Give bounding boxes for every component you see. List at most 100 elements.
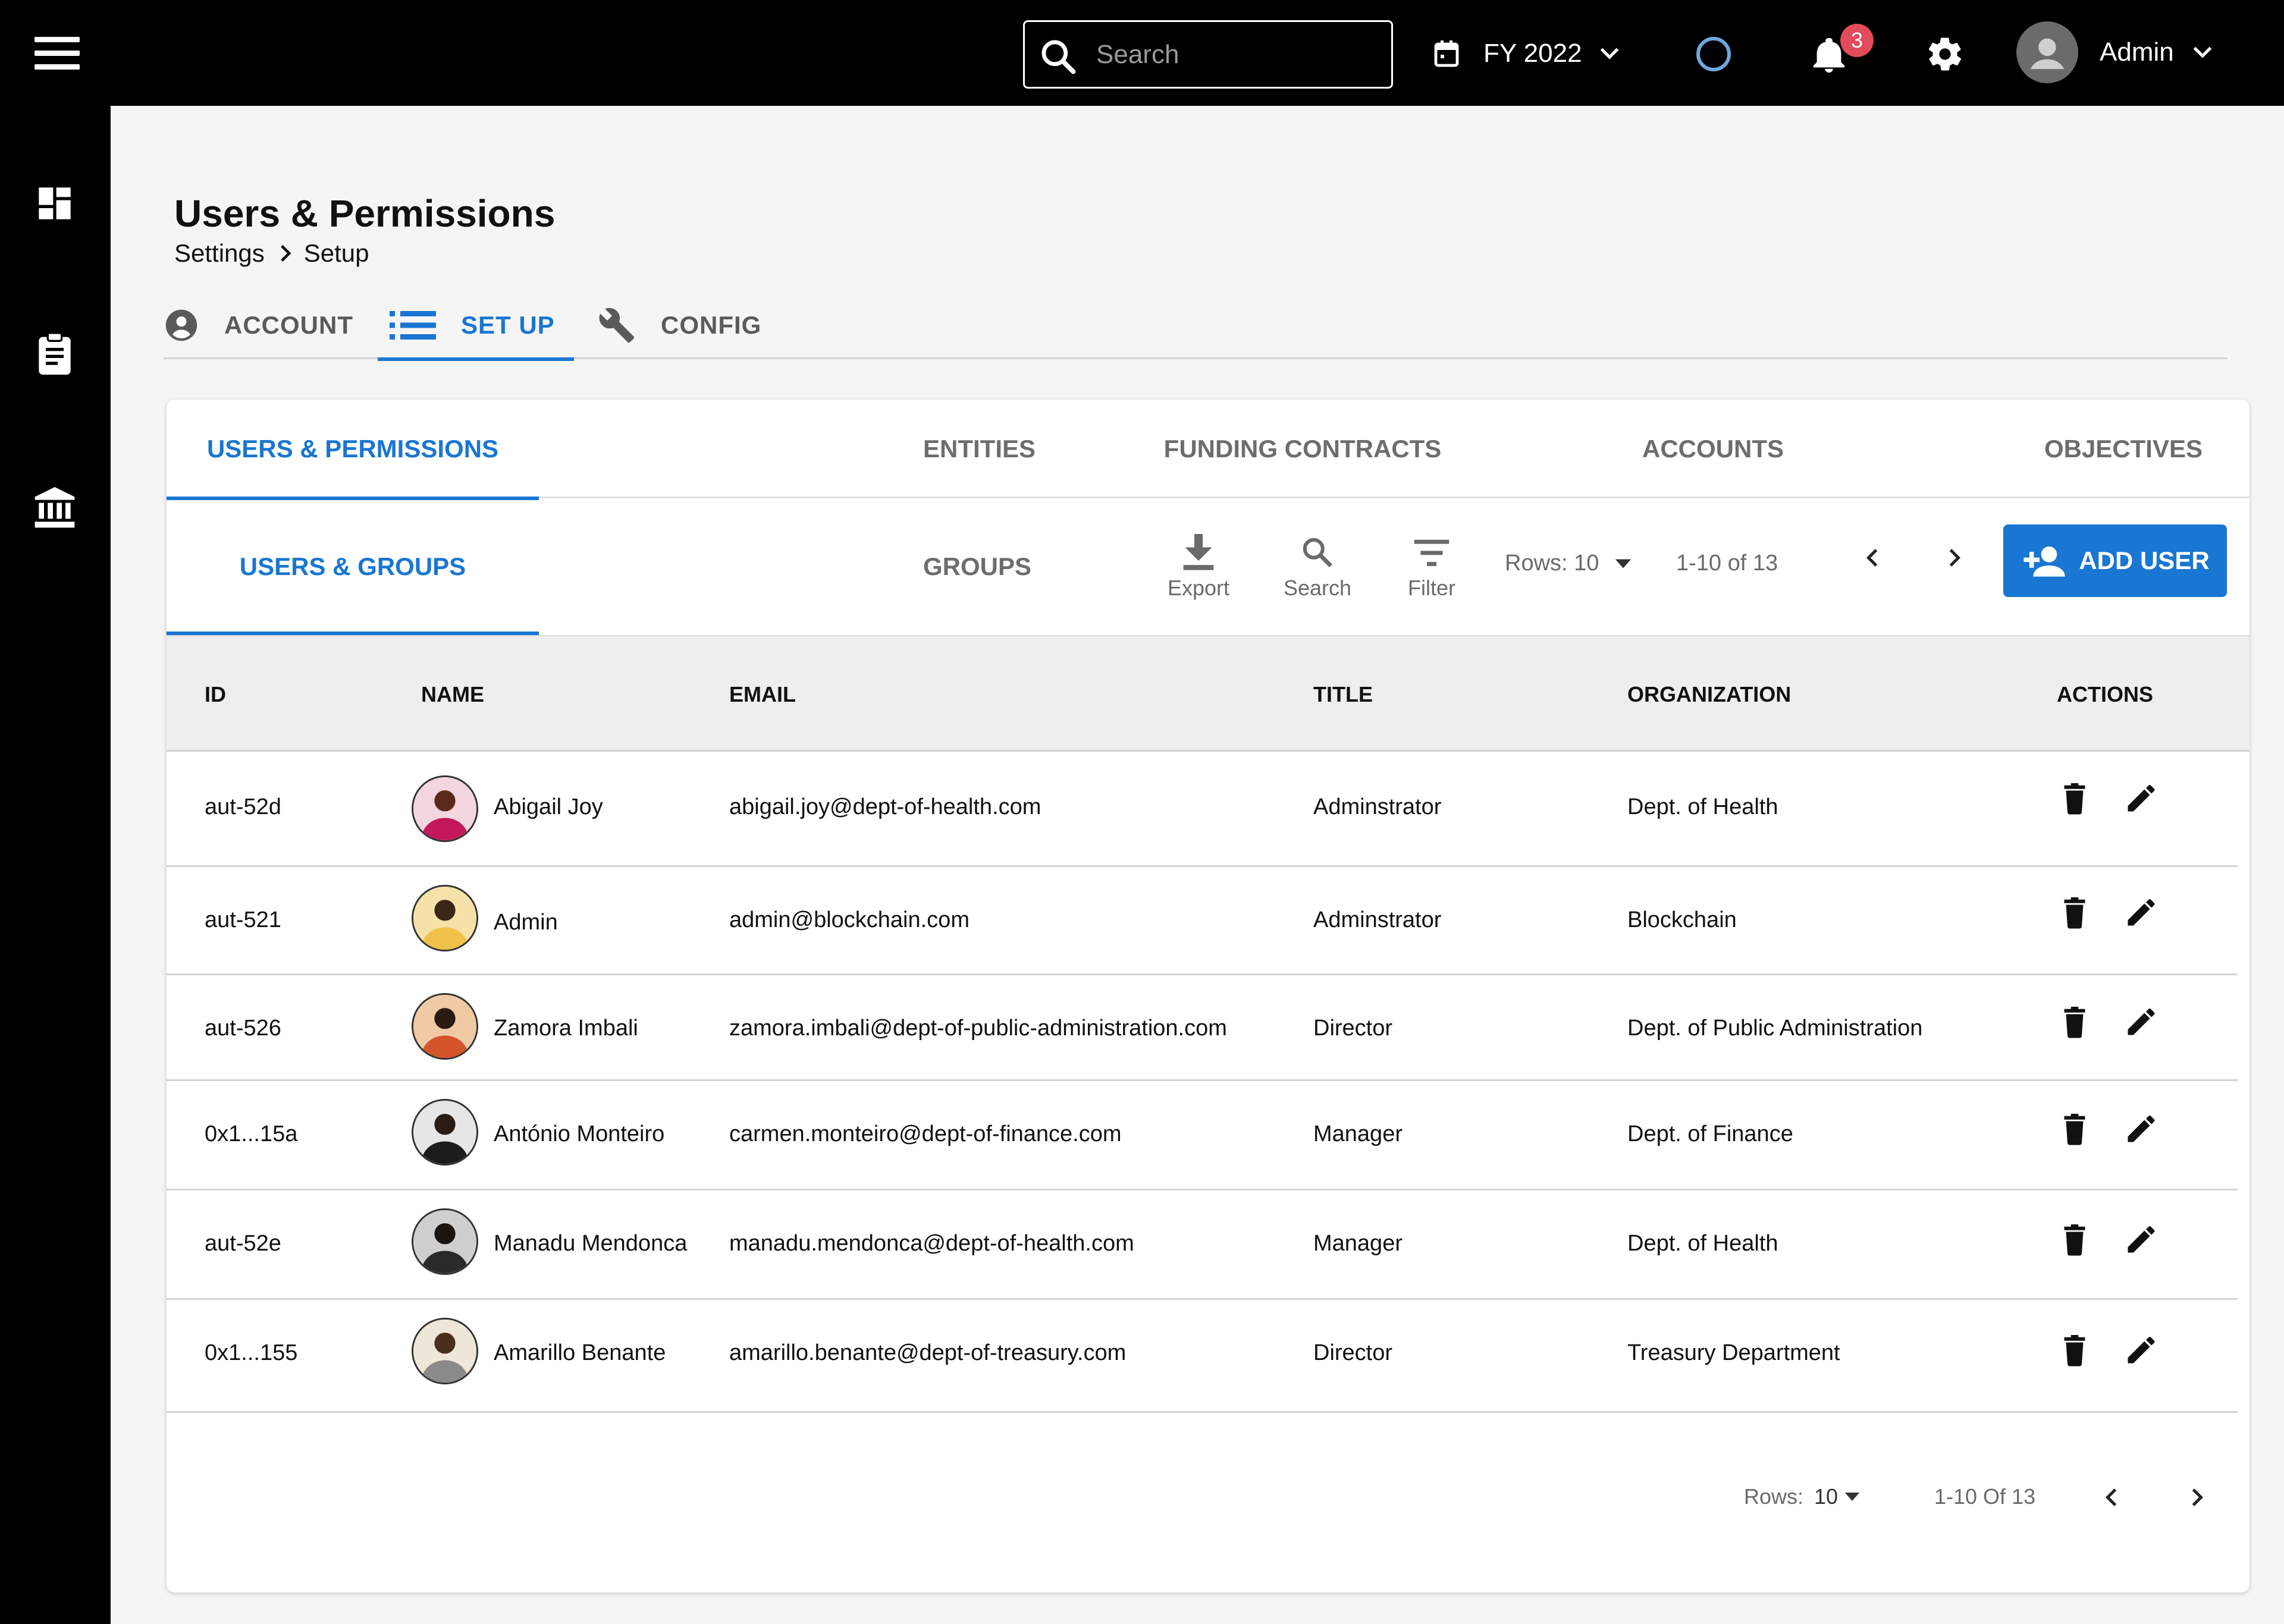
delete-icon[interactable] <box>2057 780 2092 816</box>
tab-users-permissions[interactable]: USERS & PERMISSIONS <box>167 400 539 500</box>
list-icon <box>390 311 436 340</box>
next-page-button[interactable] <box>1937 540 1972 576</box>
notification-count-badge: 3 <box>1840 24 1874 57</box>
cell-organization: Dept. of Health <box>1627 1231 1778 1256</box>
edit-icon[interactable] <box>2123 1332 2159 1368</box>
user-name: Admin <box>2100 37 2174 67</box>
column-header-email[interactable]: EMAIL <box>729 636 796 753</box>
search-input[interactable] <box>1096 35 1376 74</box>
cell-id: 0x1...15a <box>205 1122 298 1146</box>
tab-funding-contracts-label: FUNDING CONTRACTS <box>1163 435 1442 463</box>
chevron-right-icon <box>1949 549 1961 567</box>
tab-groups[interactable]: GROUPS <box>804 498 1143 635</box>
previous-page-button[interactable] <box>1855 540 1890 576</box>
footer-previous-page-button[interactable] <box>2094 1479 2129 1515</box>
add-user-button[interactable]: ADD USER <box>2003 524 2227 597</box>
table-row[interactable]: 0x1...155 Amarillo Benante amarillo.benant… <box>167 1300 2238 1413</box>
table-row[interactable]: aut-52d Abigail Joy abigail.joy@dept-of-he… <box>167 752 2238 867</box>
breadcrumb-settings[interactable]: Settings <box>174 239 265 268</box>
footer-rows-prefix: Rows: <box>1744 1484 1804 1509</box>
settings-tabs: ACCOUNT SET UP CONFIG <box>164 291 2227 361</box>
avatar <box>412 1208 478 1275</box>
clipboard-icon[interactable] <box>31 330 79 378</box>
tab-users-groups[interactable]: USERS & GROUPS <box>167 498 539 635</box>
delete-icon[interactable] <box>2057 894 2092 930</box>
cell-name: Abigail Joy <box>494 794 603 819</box>
account-circle-icon <box>165 309 197 341</box>
delete-icon[interactable] <box>2057 1004 2092 1039</box>
edit-icon[interactable] <box>2123 1004 2159 1039</box>
edit-icon[interactable] <box>2123 894 2159 930</box>
fiscal-year-label: FY 2022 <box>1483 39 1582 68</box>
export-button[interactable]: Export <box>1154 534 1243 601</box>
avatar <box>412 1099 478 1166</box>
chevron-right-icon <box>280 244 291 262</box>
search-icon <box>1303 538 1332 567</box>
wrench-icon <box>599 307 635 343</box>
tab-entities[interactable]: ENTITIES <box>809 400 1143 498</box>
column-header-id[interactable]: ID <box>205 636 226 753</box>
avatar <box>412 993 478 1060</box>
user-profile-menu[interactable]: Admin <box>2016 21 2213 83</box>
table-row[interactable]: aut-526 Zamora Imbali zamora.imbali@dept-o… <box>167 975 2238 1081</box>
search-label: Search <box>1283 576 1352 600</box>
cell-name: Zamora Imbali <box>494 1016 638 1041</box>
avatar <box>412 885 478 951</box>
cell-email: carmen.monteiro@dept-of-finance.com <box>729 1122 1122 1146</box>
cell-id: aut-52e <box>205 1231 281 1256</box>
edit-icon[interactable] <box>2123 1111 2159 1146</box>
breadcrumb-setup: Setup <box>303 239 369 267</box>
table-row[interactable]: 0x1...15a António Monteiro carmen.monteiro… <box>167 1081 2238 1190</box>
delete-icon[interactable] <box>2057 1332 2092 1368</box>
delete-icon[interactable] <box>2057 1221 2092 1257</box>
cell-organization: Dept. of Public Administration <box>1627 1016 1923 1041</box>
cell-organization: Treasury Department <box>1627 1340 1840 1365</box>
table-row[interactable]: aut-52e Manadu Mendonca manadu.mendonca@de… <box>167 1190 2238 1300</box>
chevron-left-icon <box>2105 1488 2117 1506</box>
tab-accounts[interactable]: ACCOUNTS <box>1570 400 1856 498</box>
tab-config-label: CONFIG <box>661 311 762 339</box>
tab-setup[interactable]: SET UP <box>378 291 574 361</box>
tab-setup-label: SET UP <box>461 311 555 339</box>
footer-next-page-button[interactable] <box>2179 1479 2215 1515</box>
tab-objectives[interactable]: OBJECTIVES <box>1999 400 2248 498</box>
delete-icon[interactable] <box>2057 1111 2092 1146</box>
dashboard-icon[interactable] <box>31 180 79 227</box>
cell-name: António Monteiro <box>494 1122 665 1146</box>
table-header: ID NAME EMAIL TITLE ORGANIZATION ACTIONS <box>167 635 2250 752</box>
column-header-name[interactable]: NAME <box>421 636 484 753</box>
cell-name: Admin <box>494 910 558 935</box>
edit-icon[interactable] <box>2123 1221 2159 1257</box>
calendar-icon <box>1434 40 1459 67</box>
settings-button[interactable] <box>1925 34 1965 74</box>
chevron-down-icon <box>1600 48 1618 59</box>
top-app-bar: FY 2022 3 Admin <box>0 0 2284 106</box>
cell-organization: Dept. of Health <box>1627 794 1778 819</box>
footer-pagination-range: 1-10 Of 13 <box>1934 1484 2036 1509</box>
table-search-button[interactable]: Search <box>1273 534 1362 601</box>
bank-icon[interactable] <box>31 484 79 532</box>
filter-button[interactable]: Filter <box>1387 534 1476 601</box>
footer-rows-value: 10 <box>1814 1484 1839 1509</box>
tab-funding-contracts[interactable]: FUNDING CONTRACTS <box>1118 400 1487 498</box>
add-person-icon <box>2023 546 2065 577</box>
global-search-box[interactable] <box>1023 20 1393 89</box>
cell-title: Adminstrator <box>1313 794 1442 819</box>
tab-config[interactable]: CONFIG <box>598 291 761 359</box>
gear-icon <box>1928 37 1962 71</box>
hamburger-menu-icon[interactable] <box>34 37 80 70</box>
table-row[interactable]: aut-521 Admin admin@blockchain.com Adminstr… <box>167 867 2238 975</box>
footer-rows-per-page-select[interactable]: Rows: 10 <box>1744 1484 1861 1509</box>
rows-per-page-select[interactable]: Rows: 10 <box>1505 551 1632 576</box>
cell-title: Manager <box>1313 1122 1403 1146</box>
active-tab-indicator <box>378 357 574 361</box>
column-header-organization[interactable]: ORGANIZATION <box>1627 636 1791 753</box>
column-header-title[interactable]: TITLE <box>1313 636 1373 753</box>
tab-account[interactable]: ACCOUNT <box>164 291 353 359</box>
avatar <box>412 775 478 842</box>
sidebar <box>0 106 111 1624</box>
cell-email: zamora.imbali@dept-of-public-administrat… <box>729 1016 1227 1041</box>
fiscal-year-select[interactable]: FY 2022 <box>1433 31 1620 76</box>
edit-icon[interactable] <box>2123 780 2159 816</box>
column-header-actions: ACTIONS <box>2057 682 2153 706</box>
